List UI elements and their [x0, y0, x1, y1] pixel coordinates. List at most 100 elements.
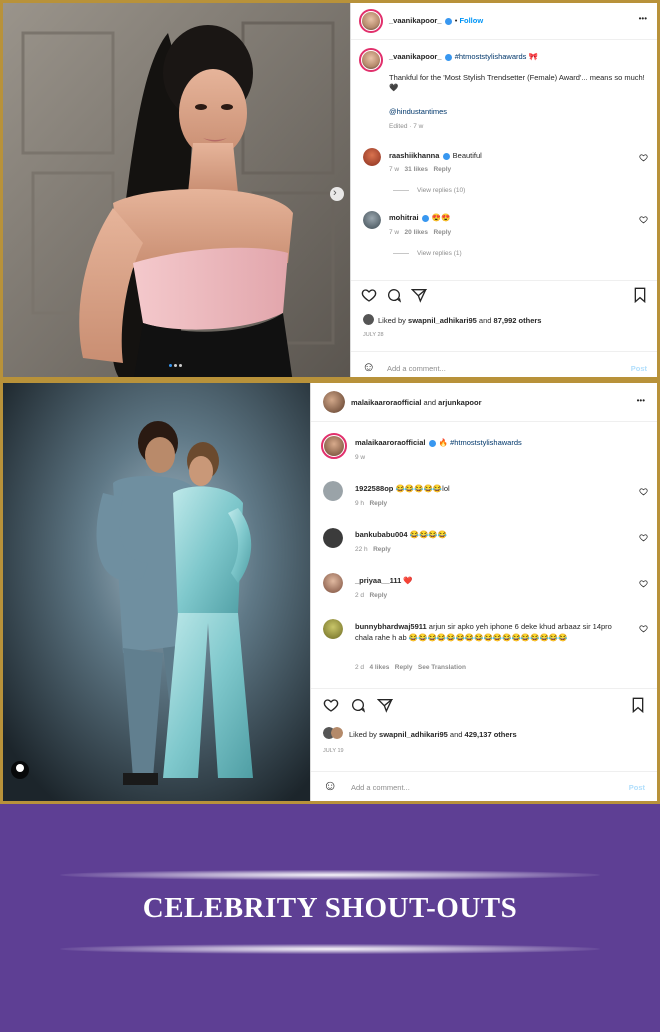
caption-avatar[interactable] — [359, 48, 383, 72]
post-image — [3, 3, 350, 377]
liked-user[interactable]: swapnil_adhikari95 — [408, 316, 477, 325]
verified-icon — [444, 17, 452, 25]
reply-button[interactable]: Reply — [369, 592, 387, 599]
post-date: JULY 28 — [363, 332, 384, 338]
comment-text: Beautiful — [452, 151, 482, 160]
verified-icon — [421, 214, 429, 222]
likes-summary[interactable]: Liked by swapnil_adhikari95 and 429,137 … — [349, 730, 517, 739]
caption-hashtag[interactable]: #htmoststylishawards — [455, 52, 527, 61]
comment-3: _priyaa__111 ❤️ — [355, 576, 413, 585]
verified-icon — [428, 439, 436, 447]
more-options-button[interactable]: ••• — [639, 14, 647, 23]
share-icon[interactable] — [411, 287, 427, 303]
like-comment-icon[interactable] — [639, 215, 648, 224]
reply-button[interactable]: Reply — [369, 500, 387, 507]
reply-button[interactable]: Reply — [373, 546, 391, 553]
add-comment-input[interactable]: Add a comment... — [387, 364, 446, 373]
comment-text: ❤️ — [403, 576, 413, 585]
emoji-icon[interactable]: ☺ — [323, 777, 337, 793]
like-comment-icon[interactable] — [639, 624, 648, 633]
comment-likes[interactable]: 31 likes — [405, 166, 429, 173]
post-photo-malaika[interactable] — [3, 383, 310, 801]
header-username[interactable]: malaikaaroraofficial — [351, 398, 421, 407]
commenter-avatar[interactable] — [363, 211, 381, 229]
instagram-post-vaani: › _vaanikapoor_ • Follow ••• _vaanikapoo… — [0, 0, 660, 380]
caption-username[interactable]: _vaanikapoor_ — [389, 52, 442, 61]
post-image — [3, 383, 310, 801]
reply-button[interactable]: Reply — [395, 664, 413, 671]
comment-icon[interactable] — [386, 287, 402, 303]
caption-text: Thankful for the 'Most Stylish Trendsett… — [389, 73, 649, 93]
liked-others[interactable]: 87,992 others — [494, 316, 542, 325]
comment-username[interactable]: raashiikhanna — [389, 151, 439, 160]
caption-hashtag[interactable]: #htmoststylishawards — [450, 438, 522, 447]
verified-icon — [444, 53, 452, 61]
comment-username[interactable]: bankubabu004 — [355, 530, 408, 539]
follow-button[interactable]: Follow — [459, 16, 483, 25]
view-replies-1[interactable]: View replies (10) — [393, 187, 465, 194]
avatar-pair[interactable] — [323, 391, 345, 413]
header-collaborator[interactable]: arjunkapoor — [438, 398, 481, 407]
liked-user[interactable]: swapnil_adhikari95 — [379, 730, 448, 739]
like-comment-icon[interactable] — [639, 487, 648, 496]
glow-line-top — [60, 870, 600, 880]
like-comment-icon[interactable] — [639, 533, 648, 542]
comment-4-meta: 2 d 4 likes Reply See Translation — [355, 664, 466, 671]
view-replies-2[interactable]: View replies (1) — [393, 250, 462, 257]
comment-username[interactable]: _priyaa__111 — [355, 576, 401, 585]
user-icon — [16, 764, 24, 772]
reply-button[interactable]: Reply — [433, 166, 451, 173]
post-sidebar: malaikaaroraofficial and arjunkapoor •••… — [310, 383, 657, 801]
like-icon[interactable] — [323, 697, 339, 713]
add-comment-input[interactable]: Add a comment... — [351, 783, 410, 792]
see-translation-link[interactable]: See Translation — [418, 664, 466, 671]
carousel-dots — [169, 354, 182, 372]
post-button[interactable]: Post — [631, 364, 647, 373]
caption-meta: Edited · 7 w — [389, 123, 424, 130]
comment-username[interactable]: mohitrai — [389, 213, 419, 222]
commenter-avatar[interactable] — [323, 528, 343, 548]
post-header: malaikaaroraofficial and arjunkapoor — [351, 398, 482, 407]
comment-icon[interactable] — [350, 697, 366, 713]
banner-title: CELEBRITY SHOUT-OUTS — [142, 892, 518, 924]
comment-1-meta: 9 h Reply — [355, 500, 388, 507]
comment-username[interactable]: bunnybhardwaj5911 — [355, 622, 427, 631]
avatar[interactable] — [359, 9, 383, 33]
bookmark-icon[interactable] — [631, 697, 645, 713]
header-username[interactable]: _vaanikapoor_ — [389, 16, 442, 25]
post-date: JULY 19 — [323, 748, 344, 754]
comment-likes[interactable]: 20 likes — [405, 229, 429, 236]
comment-username[interactable]: 1922588op — [355, 484, 393, 493]
verified-icon — [442, 152, 450, 160]
likes-summary[interactable]: Liked by swapnil_adhikari95 and 87,992 o… — [378, 316, 541, 325]
like-comment-icon[interactable] — [639, 579, 648, 588]
caption: malaikaaroraofficial 🔥 #htmoststylishawa… — [355, 438, 522, 447]
caption-username[interactable]: malaikaaroraofficial — [355, 438, 425, 447]
caption-body: Thankful for the 'Most Stylish Trendsett… — [389, 73, 645, 82]
commenter-avatar[interactable] — [323, 481, 343, 501]
comment-1-meta: 7 w 31 likes Reply — [389, 166, 452, 173]
commenter-avatar[interactable] — [363, 148, 381, 166]
more-options-button[interactable]: ••• — [637, 396, 645, 405]
next-slide-button[interactable]: › — [330, 187, 344, 201]
glow-line-bottom — [60, 944, 600, 954]
emoji-icon[interactable]: ☺ — [362, 359, 375, 374]
bookmark-icon[interactable] — [633, 287, 647, 303]
instagram-post-malaika: malaikaaroraofficial and arjunkapoor •••… — [0, 380, 660, 804]
commenter-avatar[interactable] — [323, 619, 343, 639]
comment-likes[interactable]: 4 likes — [369, 664, 389, 671]
like-comment-icon[interactable] — [639, 153, 648, 162]
post-photo-vaani[interactable]: › — [3, 3, 350, 377]
caption-meta: 9 w — [355, 454, 366, 461]
caption-avatar[interactable] — [321, 433, 347, 459]
liked-others[interactable]: 429,137 others — [465, 730, 517, 739]
black-heart-icon: 🖤 — [389, 83, 399, 92]
reply-button[interactable]: Reply — [433, 229, 451, 236]
like-icon[interactable] — [361, 287, 377, 303]
tagged-users-button[interactable] — [11, 761, 29, 779]
comment-1: raashiikhanna Beautiful — [389, 151, 482, 160]
commenter-avatar[interactable] — [323, 573, 343, 593]
caption-mention[interactable]: @hindustantimes — [389, 107, 447, 116]
share-icon[interactable] — [377, 697, 393, 713]
post-button[interactable]: Post — [629, 783, 645, 792]
